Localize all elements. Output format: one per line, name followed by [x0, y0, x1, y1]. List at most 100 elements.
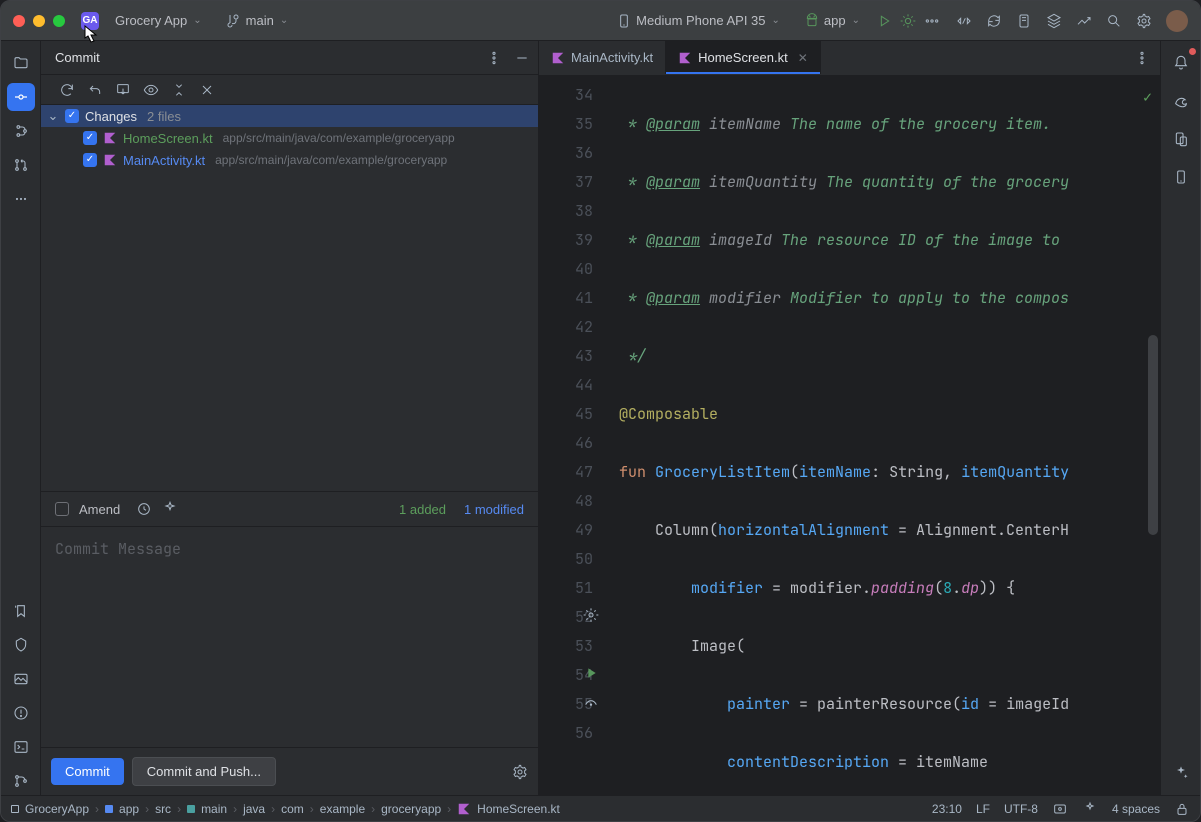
problems-tool-button[interactable] — [7, 699, 35, 727]
changes-tree[interactable]: ⌄ Changes 2 files HomeScreen.kt app/src/… — [41, 105, 538, 491]
inspection-status-icon[interactable]: ✓ — [1143, 83, 1152, 112]
resource-manager-tool-button[interactable] — [7, 665, 35, 693]
line-number: 44 — [539, 371, 593, 400]
line-separator[interactable]: LF — [976, 802, 990, 816]
file-checkbox[interactable] — [83, 131, 97, 145]
line-number: 46 — [539, 429, 593, 458]
device-manager-icon[interactable] — [1016, 13, 1032, 29]
commit-settings-icon[interactable] — [512, 764, 528, 780]
minimize-panel-icon[interactable] — [514, 50, 530, 66]
history-icon[interactable] — [136, 501, 152, 517]
settings-icon[interactable] — [1136, 13, 1152, 29]
kotlin-file-icon — [103, 131, 117, 145]
ai-assistant-button[interactable] — [1167, 759, 1195, 787]
changes-footer: Amend 1 added 1 modified — [41, 491, 538, 527]
group-icon[interactable] — [199, 82, 215, 98]
run-button[interactable] — [876, 13, 892, 29]
build-icon[interactable] — [1046, 13, 1062, 29]
shelve-icon[interactable] — [115, 82, 131, 98]
device-manager-button[interactable] — [1167, 125, 1195, 153]
breadcrumb-item[interactable]: GroceryApp — [25, 802, 89, 816]
commit-button[interactable]: Commit — [51, 758, 124, 785]
rollback-icon[interactable] — [87, 82, 103, 98]
build-variants-tool-button[interactable] — [7, 631, 35, 659]
more-tools-button[interactable] — [7, 185, 35, 213]
app-quality-icon[interactable] — [1076, 13, 1092, 29]
changed-file-row[interactable]: MainActivity.kt app/src/main/java/com/ex… — [41, 149, 538, 171]
breadcrumb-item[interactable]: app — [119, 802, 139, 816]
android-icon — [804, 13, 820, 29]
changes-label: Changes — [85, 109, 137, 124]
close-tab-icon[interactable]: ✕ — [798, 51, 808, 65]
file-name: MainActivity.kt — [123, 153, 205, 168]
line-number: 42 — [539, 313, 593, 342]
changes-checkbox[interactable] — [65, 109, 79, 123]
commit-and-push-button[interactable]: Commit and Push... — [132, 757, 276, 786]
gradle-tool-button[interactable] — [1167, 87, 1195, 115]
terminal-tool-button[interactable] — [7, 733, 35, 761]
line-number: 51 — [539, 574, 593, 603]
editor-tab[interactable]: HomeScreen.kt ✕ — [666, 41, 821, 74]
changelist-icon[interactable] — [171, 82, 187, 98]
project-selector[interactable]: Grocery App ⌄ — [107, 9, 210, 32]
debug-button[interactable] — [900, 13, 916, 29]
more-button[interactable] — [924, 13, 940, 29]
editor-viewport[interactable]: 34 35 36 37 38 39 40 41 42 43 44 45 46 4… — [539, 75, 1160, 795]
ai-commit-icon[interactable] — [162, 501, 178, 517]
branch-selector[interactable]: main ⌄ — [218, 9, 297, 33]
indent-status[interactable]: 4 spaces — [1112, 802, 1160, 816]
options-icon[interactable] — [486, 50, 502, 66]
commit-tool-button[interactable] — [7, 83, 35, 111]
project-tool-button[interactable] — [7, 49, 35, 77]
structure-tool-button[interactable] — [7, 117, 35, 145]
breadcrumb[interactable]: GroceryApp› app› src› main› java› com› e… — [11, 802, 924, 816]
commit-message-input[interactable] — [41, 527, 538, 747]
run-gutter-icon[interactable] — [583, 665, 599, 681]
breadcrumb-item[interactable]: src — [155, 802, 171, 816]
line-number: 45 — [539, 400, 593, 429]
editor-scrollbar[interactable] — [1148, 335, 1158, 535]
breadcrumb-item[interactable]: main — [201, 802, 227, 816]
breadcrumb-item[interactable]: example — [320, 802, 365, 816]
right-tool-strip — [1160, 41, 1200, 795]
amend-checkbox[interactable] — [55, 502, 69, 516]
close-window-button[interactable] — [13, 15, 25, 27]
changes-group-row[interactable]: ⌄ Changes 2 files — [41, 105, 538, 127]
chevron-down-icon[interactable]: ⌄ — [47, 108, 59, 124]
breadcrumb-item[interactable]: com — [281, 802, 304, 816]
bookmarks-tool-button[interactable] — [7, 597, 35, 625]
gear-gutter-icon[interactable] — [583, 607, 599, 623]
file-encoding[interactable]: UTF-8 — [1004, 802, 1038, 816]
editor-area: MainActivity.kt HomeScreen.kt ✕ 34 35 36 — [539, 41, 1160, 795]
sync-icon[interactable] — [986, 13, 1002, 29]
file-checkbox[interactable] — [83, 153, 97, 167]
maximize-window-button[interactable] — [53, 15, 65, 27]
run-config-selector[interactable]: app ⌄ — [796, 9, 868, 33]
line-number: 48 — [539, 487, 593, 516]
window-controls — [13, 15, 65, 27]
readonly-toggle-icon[interactable] — [1052, 801, 1068, 817]
preview-gutter-icon[interactable] — [583, 694, 599, 710]
breadcrumb-item[interactable]: groceryapp — [381, 802, 441, 816]
pull-requests-tool-button[interactable] — [7, 151, 35, 179]
tab-options-icon[interactable] — [1134, 50, 1150, 66]
ai-status-icon[interactable] — [1082, 801, 1098, 817]
changed-file-row[interactable]: HomeScreen.kt app/src/main/java/com/exam… — [41, 127, 538, 149]
editor-tab[interactable]: MainActivity.kt — [539, 41, 666, 74]
changes-count: 2 files — [147, 109, 181, 124]
refresh-icon[interactable] — [59, 82, 75, 98]
breadcrumb-item[interactable]: HomeScreen.kt — [477, 802, 560, 816]
code-content[interactable]: * @param itemName The name of the grocer… — [609, 75, 1160, 795]
search-icon[interactable] — [1106, 13, 1122, 29]
device-selector[interactable]: Medium Phone API 35 ⌄ — [608, 9, 788, 33]
vcs-tool-button[interactable] — [7, 767, 35, 795]
caret-position[interactable]: 23:10 — [932, 802, 962, 816]
avatar[interactable] — [1166, 10, 1188, 32]
notifications-button[interactable] — [1167, 49, 1195, 77]
diff-icon[interactable] — [143, 82, 159, 98]
lock-icon[interactable] — [1174, 801, 1190, 817]
emulator-tool-button[interactable] — [1167, 163, 1195, 191]
minimize-window-button[interactable] — [33, 15, 45, 27]
breadcrumb-item[interactable]: java — [243, 802, 265, 816]
code-with-me-icon[interactable] — [956, 13, 972, 29]
